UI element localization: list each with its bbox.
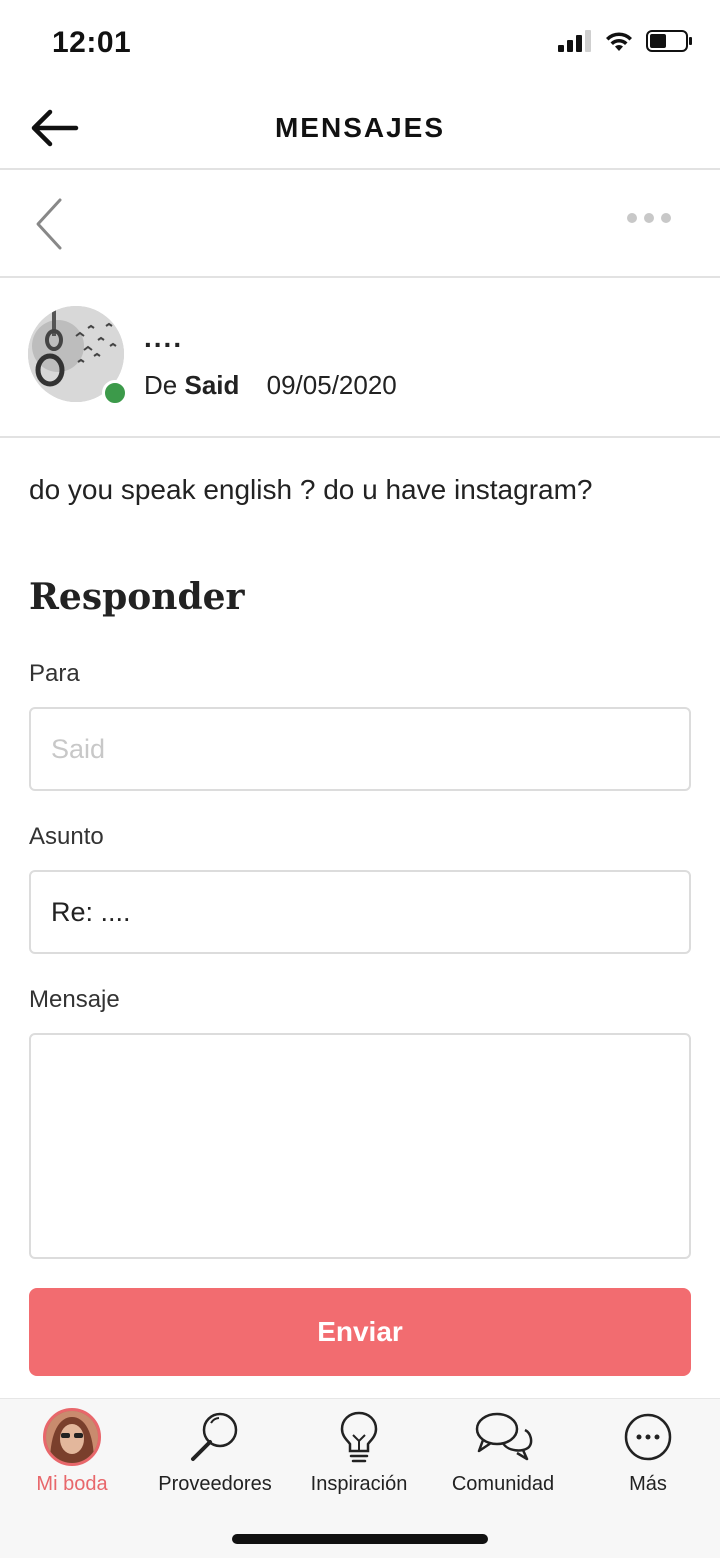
more-options-icon[interactable] [626,210,672,226]
reply-title: Responder [29,576,245,618]
subject-label: Asunto [29,823,104,850]
to-input[interactable] [31,709,689,789]
status-time: 12:01 [52,26,132,59]
tab-comunidad[interactable]: Comunidad [431,1407,575,1501]
tab-mi-boda[interactable]: Mi boda [0,1407,144,1501]
from-prefix: De [144,370,178,400]
message-textarea[interactable] [31,1035,689,1257]
tab-proveedores[interactable]: Proveedores [143,1407,287,1501]
nav-bar: MENSAJES [0,88,720,170]
sender-avatar[interactable] [28,306,128,406]
tab-label: Proveedores [158,1473,272,1495]
chevron-left-icon[interactable] [30,196,70,252]
tab-label: Más [629,1473,667,1495]
to-field[interactable] [29,707,691,791]
subject-field[interactable] [29,870,691,954]
tab-label: Inspiración [310,1473,408,1495]
message-label: Mensaje [29,986,120,1013]
message-field[interactable] [29,1033,691,1259]
tab-mas[interactable]: Más [576,1407,720,1501]
chat-bubbles-icon [475,1412,533,1461]
send-button[interactable]: Enviar [29,1288,691,1376]
status-icons [558,30,692,52]
message-body: do you speak english ? do u have instagr… [29,474,593,505]
tab-inspiracion[interactable]: Inspiración [287,1407,431,1501]
online-status-indicator [102,380,128,406]
message-subject: .... [144,322,184,353]
magnifier-icon [191,1412,238,1461]
signal-icon [558,30,591,52]
message-date: 09/05/2020 [266,370,397,400]
page-title: MENSAJES [274,112,446,143]
tab-label: Mi boda [36,1473,108,1495]
to-label: Para [29,660,80,687]
tab-label: Comunidad [451,1473,555,1495]
battery-icon [646,30,692,52]
avatar-icon [43,1408,101,1466]
lightbulb-icon [340,1411,378,1463]
sender-name[interactable]: Said [184,370,239,400]
status-bar: 12:01 [0,0,720,88]
home-indicator [232,1534,488,1544]
message-header: .... De Said 09/05/2020 [0,278,720,438]
message-toolbar [0,170,720,278]
message-meta: De Said 09/05/2020 [144,370,397,401]
more-circle-icon [624,1413,672,1461]
subject-input[interactable] [31,872,689,952]
wifi-icon [606,32,632,51]
